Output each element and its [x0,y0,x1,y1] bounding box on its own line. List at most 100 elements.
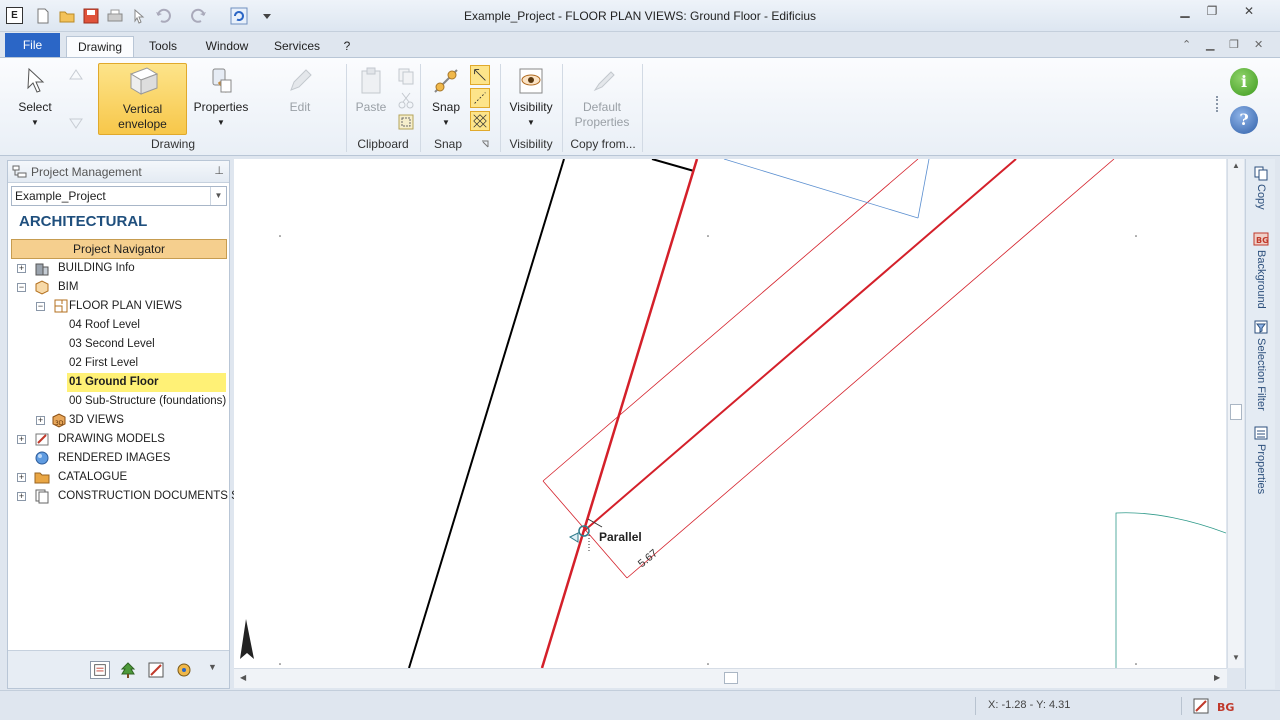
paste-button[interactable]: Paste [352,66,390,134]
tree-item-roof-level[interactable]: 04 Roof Level [69,316,226,335]
visibility-button[interactable]: Visibility ▼ [506,66,556,134]
project-dropdown[interactable]: Example_Project ▼ [11,186,227,206]
edit-button[interactable]: Edit [276,66,324,134]
tree-item-sub-structure[interactable]: 00 Sub-Structure (foundations) [69,392,226,411]
blue-guide-line [723,159,919,219]
collapse-icon[interactable]: − [17,283,26,292]
drawing-mode-icon[interactable] [1192,697,1210,715]
maximize-window-button[interactable]: ❐ [1199,4,1225,20]
vertical-scroll-thumb[interactable] [1230,404,1242,420]
grid-dot [1135,235,1137,237]
select-button[interactable]: Select ▼ [14,66,56,134]
horizontal-scroll-thumb[interactable] [724,672,738,684]
tree-item-bim[interactable]: − BIM [16,278,226,297]
settings-gear-icon[interactable] [174,661,194,679]
copy-icon[interactable] [396,66,416,86]
snap-line-icon[interactable] [470,88,490,108]
help-icon[interactable]: ? [1230,106,1258,134]
drawing-tools-icon[interactable] [146,661,166,679]
document-set-icon [35,489,49,504]
vertical-envelope-button[interactable]: Vertical envelope [98,63,187,135]
wall-line[interactable] [408,159,565,668]
wall-axis-red[interactable] [583,159,1017,532]
chevron-down-icon[interactable]: ▼ [210,187,226,205]
chevron-down-icon[interactable]: ▼ [208,662,217,672]
snap-group-label: Snap [433,137,463,151]
dock-tab-background[interactable]: BG Background [1250,231,1272,312]
tab-services[interactable]: Services [268,36,326,58]
tree-item-first-level[interactable]: 02 First Level [69,354,226,373]
info-icon[interactable]: i [1230,68,1258,96]
tree-item-drawing-models[interactable]: + DRAWING MODELS [16,430,226,449]
wall-line[interactable] [651,159,695,172]
tab-drawing[interactable]: Drawing [66,36,134,58]
tree-item-label: 01 Ground Floor [69,376,159,388]
mdi-close-button[interactable]: ✕ [1254,38,1263,51]
dialog-launcher-icon[interactable] [480,139,490,149]
mdi-minimize-button[interactable]: ▁ [1206,38,1214,51]
minimize-window-button[interactable]: ▁ [1172,4,1198,20]
door-swing-arc [1115,512,1226,668]
mdi-restore-button[interactable]: ❐ [1229,38,1239,51]
dock-tab-selection-filter[interactable]: Selection Filter [1250,319,1272,414]
background-toggle-icon[interactable]: BG [1216,697,1234,715]
properties-button[interactable]: Properties ▼ [192,66,250,134]
ribbon-collapse-icon[interactable]: ⌃ [1182,38,1191,51]
snap-button[interactable]: Snap ▼ [426,66,466,134]
expand-icon[interactable]: + [36,416,45,425]
tree-item-ground-floor[interactable]: 01 Ground Floor [67,373,226,392]
collapse-icon[interactable]: − [36,302,45,311]
floor-plan-drawing [240,159,1226,668]
scroll-down-icon[interactable]: ▼ [1232,653,1240,662]
expand-icon[interactable]: + [17,435,26,444]
tree-item-catalogue[interactable]: + CATALOGUE [16,468,226,487]
expand-icon[interactable]: + [17,492,26,501]
vertical-scrollbar[interactable]: ▲ ▼ [1227,159,1244,668]
tab-window[interactable]: Window [198,36,256,58]
tree-model-icon[interactable] [118,661,138,679]
tab-help[interactable]: ? [338,36,356,58]
snap-endpoint-icon[interactable] [470,65,490,85]
tree-item-building-info[interactable]: + BUILDING Info [16,259,226,278]
copy-icon [1254,166,1268,181]
paste-special-icon[interactable] [396,112,416,132]
scroll-left-icon[interactable]: ◀ [240,673,246,682]
visibility-group-label: Visibility [509,137,553,151]
drawing-group-label: Drawing [150,137,195,151]
tree-item-3d-views[interactable]: + 3D 3D VIEWS [35,411,226,430]
horizontal-scrollbar[interactable]: ◀ ▶ [234,668,1227,688]
grid-dot [279,663,281,665]
default-properties-button[interactable]: Default Properties [568,66,636,134]
reference-line-red[interactable] [540,159,699,668]
snap-grid-icon[interactable] [470,111,490,131]
tree-item-second-level[interactable]: 03 Second Level [69,335,226,354]
pin-icon[interactable]: ⊥ [214,164,224,177]
tree-item-label: CATALOGUE [58,471,128,483]
ribbon-grip [1216,96,1219,112]
cut-icon[interactable] [396,90,416,110]
tree-item-rendered-images[interactable]: RENDERED IMAGES [16,449,226,468]
scroll-up-icon[interactable]: ▲ [1232,161,1240,170]
tree-item-label: 04 Roof Level [69,319,140,331]
clipboard-icon [361,67,381,94]
cursor-coordinates: X: -1.28 - Y: 4.31 [988,699,1071,711]
filter-icon [1254,320,1268,334]
snap-icon [434,69,458,93]
tab-file[interactable]: File [5,33,60,57]
report-icon[interactable] [90,661,110,679]
expand-icon[interactable]: + [17,264,26,273]
expand-icon[interactable]: + [17,473,26,482]
tree-item-construction-documents[interactable]: + CONSTRUCTION DOCUMENTS SET [16,487,254,506]
dock-tab-copy[interactable]: Copy [1250,165,1272,213]
drawing-pencil-icon [35,433,49,446]
dock-tab-properties[interactable]: Properties [1250,425,1272,497]
tab-tools[interactable]: Tools [140,36,186,58]
project-navigator-button[interactable]: Project Navigator [11,239,227,259]
scroll-right-icon[interactable]: ▶ [1214,673,1220,682]
grid-dot [707,235,709,237]
close-window-button[interactable]: ✕ [1236,4,1262,20]
tree-item-floor-plan-views[interactable]: − FLOOR PLAN VIEWS [35,297,226,316]
drawing-canvas[interactable]: Parallel 5.67 [234,159,1226,668]
eye-icon [519,68,543,94]
vertical-envelope-label: Vertical envelope [118,102,167,131]
